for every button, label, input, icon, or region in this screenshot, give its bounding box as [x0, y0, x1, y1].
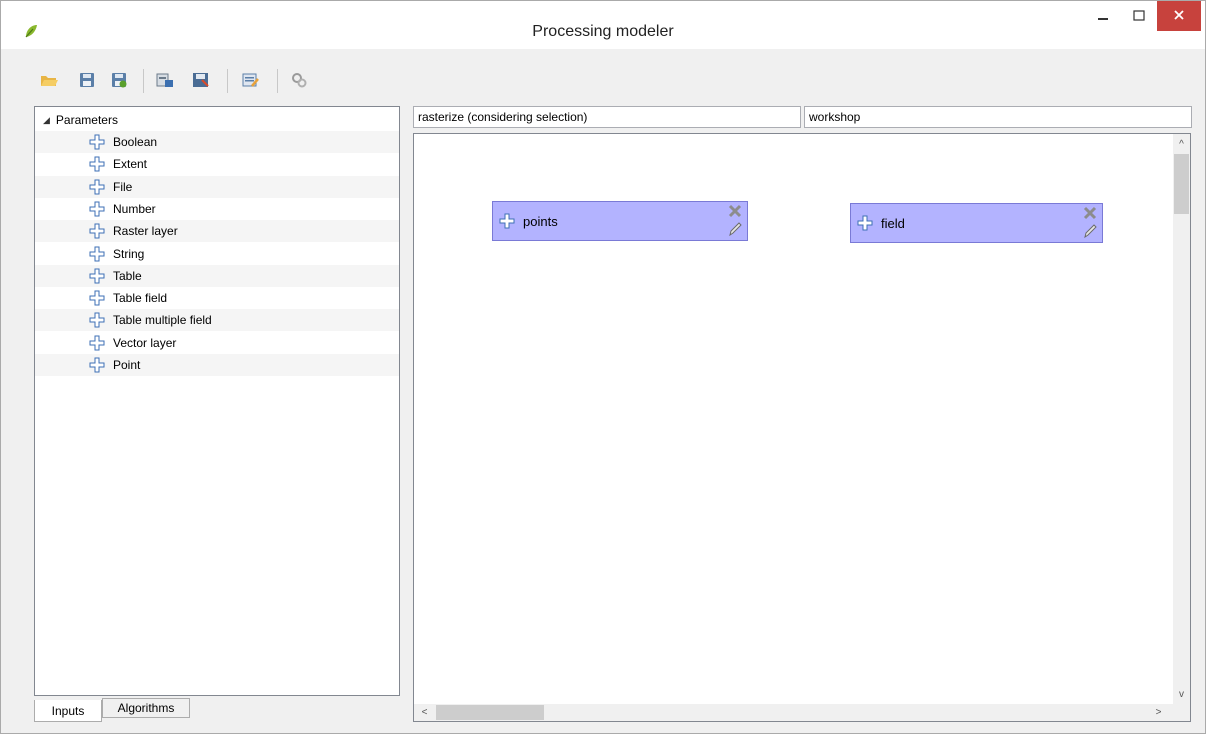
export-script-button[interactable] [191, 71, 211, 91]
edit-help-button[interactable] [241, 71, 261, 91]
tree-item-label: Table [113, 268, 142, 283]
plus-icon [89, 335, 105, 351]
run-model-button[interactable] [289, 71, 309, 91]
tree-root-parameters[interactable]: ◢ Parameters [43, 111, 118, 129]
tree-item[interactable]: Raster layer [35, 220, 399, 243]
save-model-as-button[interactable] [109, 71, 129, 91]
tree-item-label: File [113, 179, 133, 194]
vertical-scrollbar[interactable]: ^ v [1173, 134, 1190, 705]
folder-open-icon [40, 72, 58, 91]
floppy-disk-as-icon [111, 72, 127, 91]
horizontal-scrollbar[interactable]: < > [414, 704, 1190, 721]
plus-icon [89, 179, 105, 195]
tree-item-label: Table field [113, 291, 168, 306]
tree-root-label: Parameters [55, 113, 118, 127]
canvas-node-field[interactable]: field [850, 203, 1103, 243]
tree-item-label: String [113, 246, 145, 261]
toolbar-separator [227, 69, 228, 93]
vertical-scroll-thumb[interactable] [1174, 154, 1189, 214]
plus-icon [89, 223, 105, 239]
tree-item[interactable]: Vector layer [35, 332, 399, 354]
tree-item-label: Point [113, 358, 141, 372]
scroll-up-arrow-icon[interactable]: ^ [1173, 136, 1190, 153]
save-model-button[interactable] [77, 71, 97, 91]
scroll-corner [1173, 704, 1190, 721]
scroll-right-arrow-icon[interactable]: > [1150, 704, 1167, 721]
scroll-down-arrow-icon[interactable]: v [1173, 686, 1190, 703]
run-gears-icon [291, 72, 307, 91]
minimize-icon [1097, 10, 1109, 25]
tree-item-label: Boolean [113, 135, 158, 149]
close-button[interactable] [1157, 1, 1201, 31]
node-label: field [881, 215, 905, 231]
tree-item-label: Extent [113, 157, 148, 172]
plus-icon [89, 156, 105, 172]
node-label: points [523, 213, 558, 229]
tree-item[interactable]: File [35, 175, 399, 198]
maximize-button[interactable] [1121, 1, 1157, 33]
window-title: Processing modeler [532, 23, 674, 40]
node-actions [727, 204, 743, 238]
plus-icon [89, 357, 105, 373]
tree-item-label: Raster layer [113, 224, 178, 239]
plus-icon [89, 312, 105, 328]
edit-help-icon [242, 72, 260, 91]
model-canvas[interactable]: points field ^ v < > [413, 133, 1191, 722]
tree-item[interactable]: Boolean [35, 131, 399, 153]
plus-icon [89, 134, 105, 150]
tab-algorithms[interactable]: Algorithms [102, 698, 190, 718]
plus-icon [89, 268, 105, 284]
open-model-button[interactable] [39, 71, 59, 91]
tree-item[interactable]: Table multiple field [35, 309, 399, 332]
edit-node-icon[interactable] [1083, 223, 1097, 242]
tab-inputs[interactable]: Inputs [34, 700, 102, 722]
plus-icon [857, 215, 873, 231]
scroll-left-arrow-icon[interactable]: < [416, 704, 433, 721]
processing-modeler-window: Processing modeler ◢ Parameters Boolean … [0, 0, 1206, 734]
collapse-arrow-icon[interactable]: ◢ [43, 115, 50, 126]
toolbar-separator [143, 69, 144, 93]
tree-item-label: Table multiple field [113, 313, 212, 328]
node-actions [1082, 206, 1098, 240]
tree-item-label: Number [113, 201, 156, 216]
toolbar [1, 49, 1205, 105]
tree-item[interactable]: Extent [35, 153, 399, 175]
export-script-icon [192, 72, 210, 91]
horizontal-scroll-thumb[interactable] [436, 705, 544, 720]
plus-icon [89, 201, 105, 217]
plus-icon [499, 213, 515, 229]
floppy-disk-icon [79, 72, 95, 91]
tree-item[interactable]: Point [35, 354, 399, 376]
export-image-button[interactable] [155, 71, 175, 91]
plus-icon [89, 246, 105, 262]
tree-item[interactable]: Table field [35, 287, 399, 309]
delete-node-icon[interactable] [1083, 206, 1097, 223]
title-bar: Processing modeler [1, 1, 1205, 49]
tree-item-label: Vector layer [113, 335, 177, 350]
tree-item[interactable]: String [35, 243, 399, 265]
canvas-node-points[interactable]: points [492, 201, 748, 241]
inputs-tree-panel[interactable]: ◢ Parameters Boolean Extent File Number Rast… [34, 106, 400, 696]
edit-node-icon[interactable] [728, 221, 742, 240]
plus-icon [89, 290, 105, 306]
maximize-icon [1133, 9, 1145, 25]
model-group-input[interactable]: workshop [804, 106, 1192, 128]
tree-item[interactable]: Number [35, 198, 399, 220]
model-name-input[interactable]: rasterize (considering selection) [413, 106, 801, 128]
minimize-button[interactable] [1085, 1, 1121, 33]
close-icon [1173, 9, 1185, 24]
delete-node-icon[interactable] [728, 204, 742, 221]
export-image-icon [156, 72, 174, 91]
tree-item[interactable]: Table [35, 264, 399, 287]
toolbar-separator [277, 69, 278, 93]
